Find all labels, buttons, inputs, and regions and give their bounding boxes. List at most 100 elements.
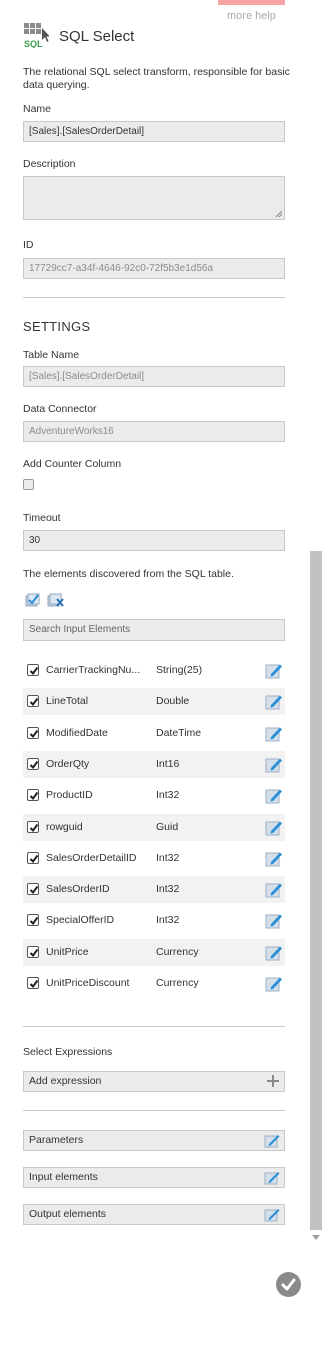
ok-button[interactable] <box>276 1272 301 1297</box>
element-checkbox[interactable] <box>27 852 39 864</box>
element-type: Int32 <box>156 852 180 864</box>
element-checkbox[interactable] <box>27 914 39 926</box>
divider <box>23 1110 285 1111</box>
input-elements-label: Input elements <box>29 1171 98 1183</box>
settings-heading: SETTINGS <box>23 319 91 334</box>
element-name: ProductID <box>46 789 93 801</box>
timeout-label: Timeout <box>23 512 61 524</box>
input-elements-bar[interactable]: Input elements <box>23 1167 285 1188</box>
edit-icon[interactable] <box>264 1170 280 1192</box>
table-row: rowguid Guid <box>23 814 285 841</box>
divider <box>23 297 285 298</box>
divider <box>23 1026 285 1027</box>
element-checkbox[interactable] <box>27 883 39 895</box>
add-expression-button[interactable]: Add expression <box>23 1071 285 1092</box>
element-type: Int32 <box>156 914 180 926</box>
element-type: Int16 <box>156 758 180 770</box>
edit-icon[interactable] <box>265 756 283 776</box>
element-checkbox[interactable] <box>27 821 39 833</box>
discovered-elements-text: The elements discovered from the SQL tab… <box>23 568 234 580</box>
more-help-link[interactable]: more help <box>227 10 276 22</box>
element-checkbox[interactable] <box>27 695 39 707</box>
edit-icon[interactable] <box>265 944 283 964</box>
plus-icon <box>266 1074 280 1095</box>
table-row: SalesOrderDetailID Int32 <box>23 845 285 872</box>
element-type: Int32 <box>156 789 180 801</box>
table-row: ProductID Int32 <box>23 782 285 809</box>
element-checkbox[interactable] <box>27 977 39 989</box>
table-row: CarrierTrackingNu... String(25) <box>23 657 285 684</box>
select-all-icon[interactable] <box>25 592 41 611</box>
edit-icon[interactable] <box>265 912 283 932</box>
edit-icon[interactable] <box>265 819 283 839</box>
edit-icon[interactable] <box>264 1133 280 1155</box>
table-row: LineTotal Double <box>23 688 285 715</box>
element-name: OrderQty <box>46 758 90 770</box>
element-name: LineTotal <box>46 695 89 707</box>
table-row: SalesOrderID Int32 <box>23 876 285 903</box>
edit-icon[interactable] <box>265 787 283 807</box>
element-name: SalesOrderDetailID <box>46 852 137 864</box>
element-checkbox[interactable] <box>27 727 39 739</box>
table-row: ModifiedDate DateTime <box>23 720 285 747</box>
element-name: SalesOrderID <box>46 883 110 895</box>
deselect-all-icon[interactable] <box>47 592 65 611</box>
parameters-bar[interactable]: Parameters <box>23 1130 285 1151</box>
add-counter-checkbox[interactable] <box>23 479 34 490</box>
edit-icon[interactable] <box>265 662 283 682</box>
name-label: Name <box>23 103 52 115</box>
element-name: SpecialOfferID <box>46 914 115 926</box>
output-elements-label: Output elements <box>29 1208 107 1220</box>
description-field[interactable] <box>23 176 285 220</box>
edit-icon[interactable] <box>265 693 283 713</box>
timeout-field[interactable]: 30 <box>23 530 285 551</box>
edit-icon[interactable] <box>265 850 283 870</box>
element-type: DateTime <box>156 727 202 739</box>
parameters-label: Parameters <box>29 1134 84 1146</box>
element-checkbox[interactable] <box>27 946 39 958</box>
scrollbar-thumb[interactable] <box>310 551 322 1230</box>
element-checkbox[interactable] <box>27 758 39 770</box>
element-type: Double <box>156 695 190 707</box>
resize-handle-icon[interactable] <box>276 211 282 217</box>
select-expressions-label: Select Expressions <box>23 1046 113 1058</box>
table-row: OrderQty Int16 <box>23 751 285 778</box>
panel-header: SQL SQL Select <box>23 22 134 51</box>
edit-icon[interactable] <box>265 881 283 901</box>
output-elements-bar[interactable]: Output elements <box>23 1204 285 1225</box>
element-checkbox[interactable] <box>27 789 39 801</box>
scroll-down-arrow-icon[interactable] <box>312 1235 320 1240</box>
element-name: CarrierTrackingNu... <box>46 664 141 676</box>
more-help-tab[interactable] <box>218 0 285 5</box>
element-type: Currency <box>156 946 199 958</box>
id-field: 17729cc7-a34f-4646-92c0-72f5b3e1d56a <box>23 258 285 279</box>
transform-description: The relational SQL select transform, res… <box>23 66 290 91</box>
search-input-elements[interactable]: Search Input Elements <box>23 619 285 641</box>
element-checkbox[interactable] <box>27 664 39 676</box>
table-name-field: [Sales].[SalesOrderDetail] <box>23 366 285 387</box>
properties-panel: more help SQL SQL Select The relational … <box>0 0 308 1248</box>
edit-icon[interactable] <box>265 725 283 745</box>
add-expression-label: Add expression <box>29 1075 102 1087</box>
panel-title: SQL Select <box>59 28 135 45</box>
add-counter-label: Add Counter Column <box>23 458 122 470</box>
element-name: UnitPrice <box>46 946 89 958</box>
data-connector-label: Data Connector <box>23 403 97 415</box>
element-type: String(25) <box>156 664 203 676</box>
edit-icon[interactable] <box>265 975 283 995</box>
element-name: rowguid <box>46 821 83 833</box>
svg-text:SQL: SQL <box>24 39 43 48</box>
table-name-label: Table Name <box>23 349 80 361</box>
element-name: ModifiedDate <box>46 727 108 739</box>
checkmark-icon <box>281 1278 296 1291</box>
sql-icon: SQL <box>23 22 50 51</box>
data-connector-field: AdventureWorks16 <box>23 421 285 442</box>
table-row: UnitPrice Currency <box>23 939 285 966</box>
description-label: Description <box>23 158 76 170</box>
element-type: Guid <box>156 821 179 833</box>
element-type: Int32 <box>156 883 180 895</box>
table-row: SpecialOfferID Int32 <box>23 907 285 934</box>
id-label: ID <box>23 239 34 251</box>
edit-icon[interactable] <box>264 1207 280 1229</box>
name-field[interactable]: [Sales].[SalesOrderDetail] <box>23 121 285 142</box>
